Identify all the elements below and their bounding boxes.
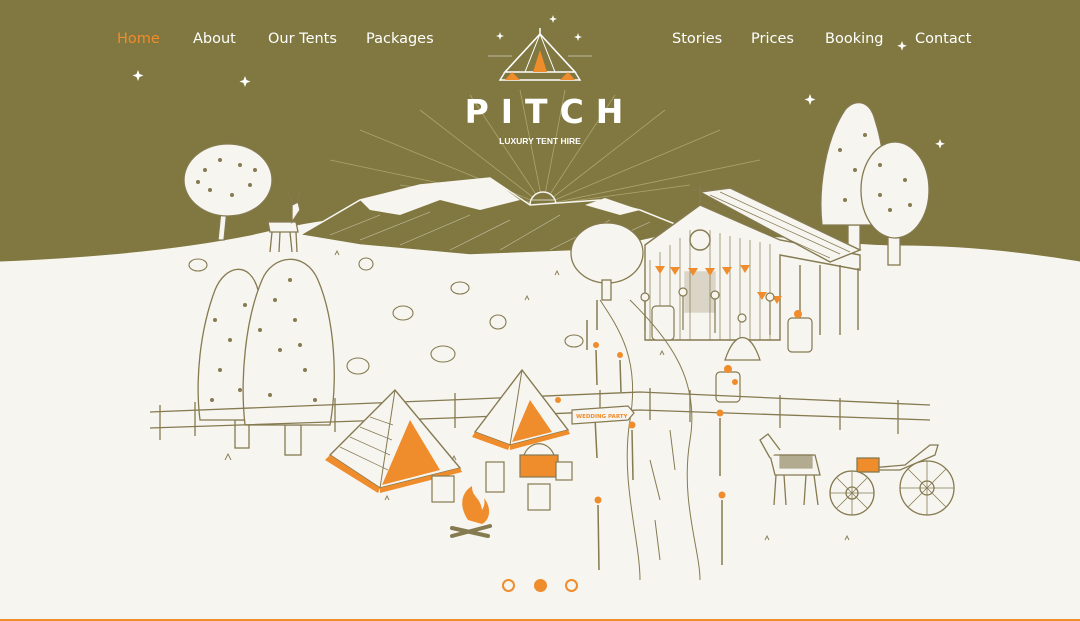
dirt-path <box>599 299 701 581</box>
slider-pagination <box>0 579 1080 597</box>
nav-prices[interactable]: Prices <box>751 31 794 47</box>
campfire <box>450 486 492 538</box>
slider-dot-1[interactable] <box>502 579 516 592</box>
slider-dot-3[interactable] <box>564 579 578 592</box>
sign-text: WEDDING PARTY <box>576 414 629 420</box>
brand-name[interactable]: PITCH <box>0 92 1080 131</box>
slider-dot-2[interactable] <box>533 579 547 592</box>
nav-booking[interactable]: Booking <box>825 31 884 47</box>
nav-stories[interactable]: Stories <box>672 31 722 47</box>
nav-our-tents[interactable]: Our Tents <box>268 31 337 47</box>
tent-right <box>472 368 570 450</box>
horse-carriage <box>759 433 955 516</box>
nav-packages[interactable]: Packages <box>366 31 434 47</box>
nav-home[interactable]: Home <box>117 31 160 47</box>
brand-tagline: LUXURY TENT HIRE <box>499 136 581 146</box>
nav-about[interactable]: About <box>193 31 236 47</box>
nav-contact[interactable]: Contact <box>915 31 971 47</box>
picnic <box>431 443 573 511</box>
